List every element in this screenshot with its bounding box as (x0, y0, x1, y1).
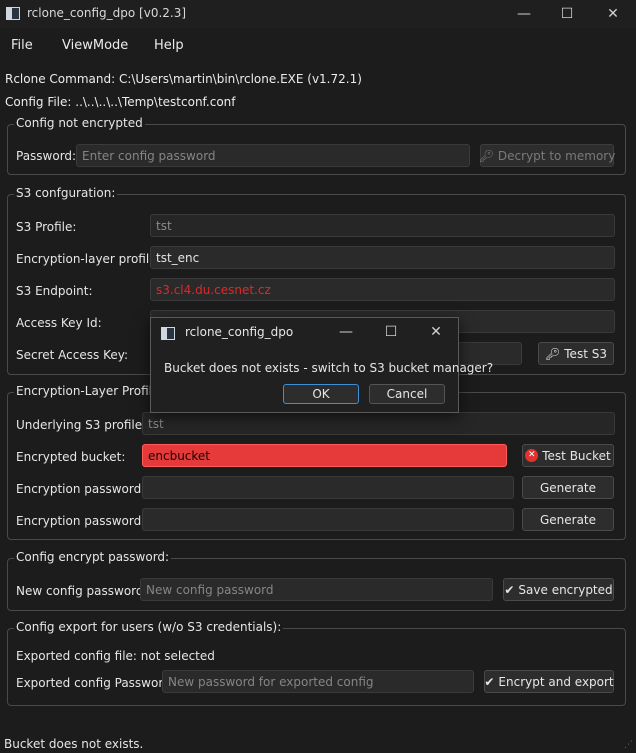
config-file-info: Config File: ..\..\..\..\Temp\testconf.c… (5, 95, 236, 109)
menu-help[interactable]: Help (154, 38, 184, 53)
encryption-password-input[interactable] (142, 476, 514, 499)
checkmark-icon: ✔ (504, 582, 515, 597)
exported-config-password-input[interactable]: New password for exported config (162, 670, 474, 693)
config-password-input[interactable]: Enter config password (76, 144, 470, 167)
generate-password-button[interactable]: Generate (522, 476, 614, 499)
title-bar: rclone_config_dpo [v0.2.3] — ☐ ✕ (0, 0, 636, 28)
new-config-password-label: New config password: (16, 584, 148, 598)
group-title: Config encrypt password: (14, 550, 172, 564)
encrypt-and-export-button[interactable]: ✔ Encrypt and export (484, 670, 614, 693)
dialog-message: Bucket does not exists - switch to S3 bu… (164, 361, 494, 375)
menu-viewmode[interactable]: ViewMode (62, 38, 128, 53)
bucket-dialog: rclone_config_dpo — ☐ ✕ Bucket does not … (150, 317, 493, 413)
group-title: Encryption-Layer Profile: (14, 384, 166, 398)
error-x-icon: ✕ (525, 449, 539, 462)
test-s3-label: Test S3 (564, 346, 607, 361)
save-encrypted-label: Save encrypted (518, 582, 613, 597)
key-icon: 🔑︎ (478, 148, 494, 163)
underlying-s3-profile-input[interactable]: tst (142, 412, 615, 435)
encryption-layer-profile-label: Encryption-layer profile: (16, 252, 161, 266)
generate-password2-button[interactable]: Generate (522, 508, 614, 531)
encrypted-bucket-label: Encrypted bucket: (16, 450, 126, 464)
encryption-password-label: Encryption password: (16, 482, 146, 496)
app-icon (6, 7, 20, 20)
save-encrypted-button[interactable]: ✔ Save encrypted (503, 578, 614, 601)
decrypt-to-memory-button[interactable]: 🔑︎ Decrypt to memory (478, 144, 616, 167)
dialog-ok-button[interactable]: OK (283, 384, 359, 404)
encryption-password2-label: Encryption password2: (16, 514, 153, 528)
encryption-password2-input[interactable] (142, 508, 514, 531)
config-export-group: Config export for users (w/o S3 credenti… (7, 620, 626, 706)
status-bar: Bucket does not exists. (4, 737, 144, 751)
rclone-command-info: Rclone Command: C:\Users\martin\bin\rclo… (5, 72, 362, 86)
password-label: Password: (16, 149, 77, 163)
window-title: rclone_config_dpo [v0.2.3] (27, 6, 187, 20)
access-key-label: Access Key Id: (16, 316, 102, 330)
dialog-cancel-button[interactable]: Cancel (369, 384, 445, 404)
decrypt-button-label: Decrypt to memory (497, 148, 616, 163)
encryption-layer-group: Encryption-Layer Profile: Underlying S3 … (7, 384, 626, 540)
menu-bar: File ViewMode Help (0, 34, 636, 56)
s3-endpoint-input[interactable]: s3.cl4.du.cesnet.cz (150, 278, 615, 301)
resize-grip-icon[interactable]: ⋰ (624, 740, 633, 750)
config-encrypt-password-group: Config encrypt password: New config pass… (7, 550, 626, 611)
dialog-close-button[interactable]: ✕ (421, 322, 451, 342)
checkmark-icon: ✔ (484, 674, 495, 689)
key-icon: 🔑︎ (545, 346, 561, 361)
group-title: Config not encrypted (14, 116, 145, 130)
maximize-button[interactable]: ☐ (544, 0, 590, 28)
dialog-maximize-button[interactable]: ☐ (376, 322, 406, 342)
s3-profile-input[interactable]: tst (150, 214, 615, 237)
group-title: S3 confguration: (14, 186, 118, 200)
secret-key-label: Secret Access Key: (16, 348, 128, 362)
dialog-title: rclone_config_dpo (185, 325, 294, 339)
s3-profile-label: S3 Profile: (16, 220, 77, 234)
encryption-layer-profile-input[interactable]: tst_enc (150, 246, 615, 269)
exported-config-password-label: Exported config Password: (16, 676, 175, 690)
menu-file[interactable]: File (11, 38, 33, 53)
exported-config-file-label: Exported config file: not selected (16, 649, 215, 663)
encrypt-and-export-label: Encrypt and export (498, 674, 614, 689)
group-title: Config export for users (w/o S3 credenti… (14, 620, 284, 634)
app-icon (161, 327, 175, 340)
test-bucket-button[interactable]: ✕ Test Bucket (522, 444, 614, 467)
s3-endpoint-label: S3 Endpoint: (16, 284, 93, 298)
minimize-button[interactable]: — (501, 0, 547, 28)
close-button[interactable]: ✕ (590, 0, 636, 28)
test-bucket-label: Test Bucket (542, 448, 611, 463)
encrypted-bucket-input[interactable]: encbucket (142, 444, 507, 467)
dialog-minimize-button[interactable]: — (331, 322, 361, 342)
underlying-s3-profile-label: Underlying S3 profile: (16, 418, 147, 432)
test-s3-button[interactable]: 🔑︎ Test S3 (538, 342, 614, 365)
config-encryption-group: Config not encrypted Password: Enter con… (7, 116, 626, 175)
new-config-password-input[interactable]: New config password (140, 578, 493, 601)
